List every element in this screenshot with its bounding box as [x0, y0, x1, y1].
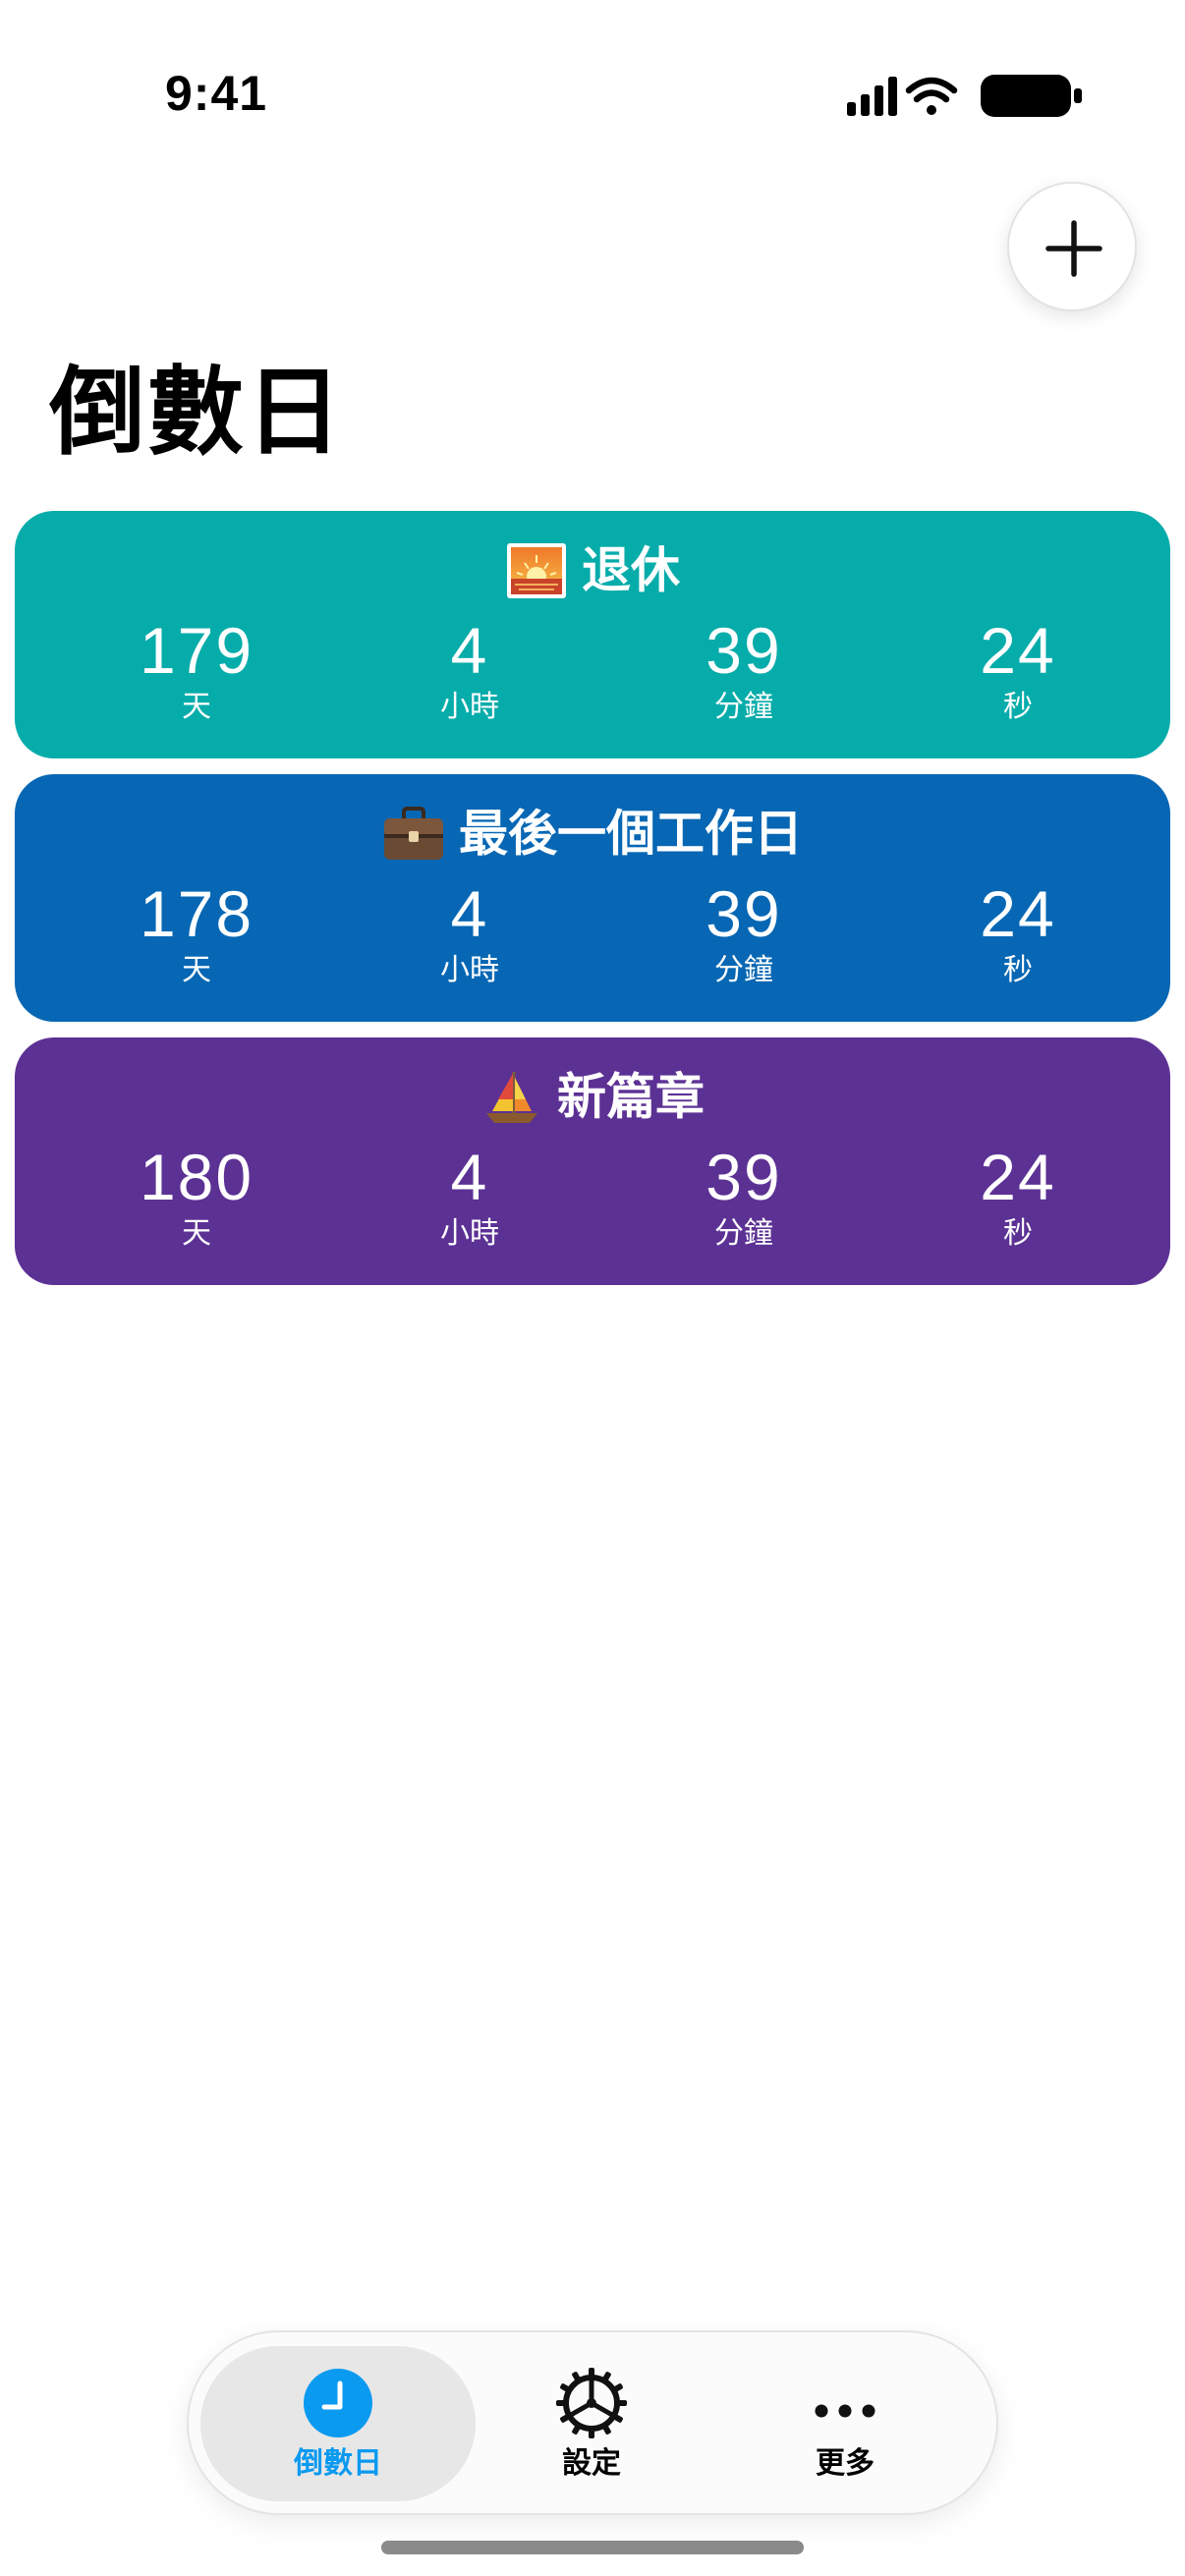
- battery-icon: [981, 75, 1082, 117]
- seconds-label: 秒: [1003, 1216, 1033, 1251]
- days-label: 天: [182, 690, 211, 724]
- plus-icon: [1045, 220, 1102, 277]
- clock-icon: [303, 2368, 373, 2438]
- hours-counter: 4 小時: [362, 1142, 578, 1254]
- hours-counter: 4 小時: [362, 878, 578, 990]
- status-icons: [845, 73, 1086, 120]
- seconds-counter: 24 秒: [910, 878, 1126, 990]
- minutes-value: 39: [705, 614, 782, 687]
- tab-label: 倒數日: [294, 2446, 382, 2481]
- tab-label: 設定: [562, 2446, 621, 2481]
- seconds-value: 24: [980, 877, 1056, 950]
- home-indicator: [381, 2541, 804, 2554]
- wifi-icon: [905, 77, 958, 115]
- minutes-counter: 39 分鐘: [636, 878, 852, 990]
- minutes-value: 39: [705, 1141, 782, 1213]
- tab-label: 更多: [816, 2446, 875, 2481]
- minutes-value: 39: [705, 877, 782, 950]
- seconds-counter: 24 秒: [910, 1142, 1126, 1254]
- seconds-label: 秒: [1003, 690, 1033, 724]
- event-card-header: 退休: [15, 532, 1170, 605]
- hours-value: 4: [450, 1141, 489, 1213]
- hours-label: 小時: [440, 953, 499, 987]
- hours-counter: 4 小時: [362, 615, 578, 727]
- seconds-value: 24: [980, 614, 1056, 687]
- event-name: 退休: [582, 541, 680, 599]
- hours-value: 4: [450, 614, 489, 687]
- more-icon: [810, 2368, 880, 2438]
- tab-bar: 倒數日 設定 更多: [187, 2330, 998, 2515]
- status-bar: 9:41: [0, 0, 1185, 157]
- days-label: 天: [182, 1216, 211, 1251]
- tab-settings[interactable]: 設定: [474, 2346, 709, 2501]
- days-value: 180: [139, 1141, 254, 1213]
- cellular-signal-icon: [847, 77, 897, 116]
- seconds-counter: 24 秒: [910, 615, 1126, 727]
- tab-more[interactable]: 更多: [727, 2346, 963, 2501]
- event-name: 最後一個工作日: [459, 805, 803, 863]
- event-card-header: 最後一個工作日: [15, 796, 1170, 868]
- hours-label: 小時: [440, 690, 499, 724]
- briefcase-emoji-icon: [382, 805, 445, 864]
- seconds-value: 24: [980, 1141, 1056, 1213]
- minutes-label: 分鐘: [714, 690, 773, 724]
- minutes-label: 分鐘: [714, 1216, 773, 1251]
- tab-countdown[interactable]: 倒數日: [220, 2346, 456, 2501]
- page-title: 倒數日: [49, 357, 345, 469]
- minutes-counter: 39 分鐘: [636, 1142, 852, 1254]
- days-label: 天: [182, 953, 211, 987]
- event-card-new-chapter[interactable]: 新篇章 180 天 4 小時 39 分鐘 24 秒: [15, 1037, 1170, 1285]
- status-time: 9:41: [165, 66, 268, 121]
- days-counter: 178 天: [88, 878, 305, 990]
- event-name: 新篇章: [557, 1068, 705, 1126]
- event-card-retirement[interactable]: 退休 179 天 4 小時 39 分鐘 24 秒: [15, 511, 1170, 758]
- event-card-header: 新篇章: [15, 1059, 1170, 1132]
- minutes-counter: 39 分鐘: [636, 615, 852, 727]
- event-card-last-workday[interactable]: 最後一個工作日 178 天 4 小時 39 分鐘 24 秒: [15, 774, 1170, 1022]
- gear-icon: [556, 2368, 627, 2438]
- days-value: 178: [139, 877, 254, 950]
- seconds-label: 秒: [1003, 953, 1033, 987]
- days-counter: 179 天: [88, 615, 305, 727]
- days-counter: 180 天: [88, 1142, 305, 1254]
- days-value: 179: [139, 614, 254, 687]
- hours-value: 4: [450, 877, 489, 950]
- hours-label: 小時: [440, 1216, 499, 1251]
- sunrise-emoji-icon: [505, 541, 568, 600]
- sailboat-emoji-icon: [480, 1068, 543, 1127]
- add-event-button[interactable]: [1007, 182, 1137, 311]
- minutes-label: 分鐘: [714, 953, 773, 987]
